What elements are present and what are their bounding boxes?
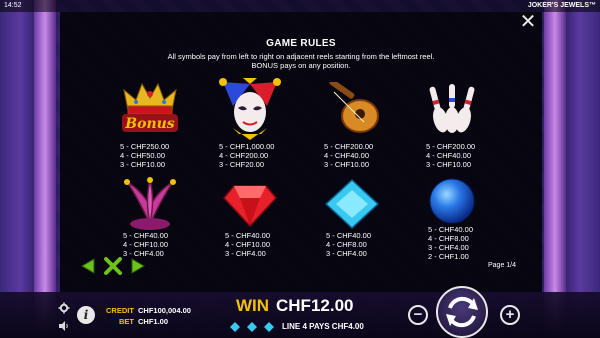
pay-line: 4 - CHF10.00 — [123, 240, 169, 249]
clock: 14:52 — [4, 2, 22, 9]
jester-hat-symbol — [100, 176, 200, 232]
blue-sphere-icon — [429, 178, 475, 224]
pay-line: 3 - CHF4.00 — [428, 243, 469, 252]
lute-icon — [329, 82, 379, 133]
pay-line: 3 - CHF20.00 — [219, 160, 265, 169]
pay-line: 3 - CHF10.00 — [426, 160, 472, 169]
pay-line: 4 - CHF40.00 — [324, 151, 370, 160]
jester-hat-paytable: 5 - CHF40.00 4 - CHF10.00 3 - CHF4.00 — [123, 231, 168, 258]
previous-page-button[interactable] — [80, 258, 96, 274]
pay-line: 3 - CHF4.00 — [225, 249, 266, 258]
gear-icon[interactable] — [58, 302, 70, 314]
increase-bet-button[interactable]: + — [500, 305, 520, 325]
bet-value: CHF1.00 — [138, 317, 169, 326]
bonus-word: Bonus — [124, 116, 175, 132]
pay-line: 4 - CHF50.00 — [120, 151, 166, 160]
pay-line: 5 - CHF200.00 — [426, 142, 476, 151]
bet-label: BET — [119, 317, 134, 326]
right-pillar-decoration — [544, 0, 566, 338]
rules-description: All symbols pay from left to right on ad… — [167, 52, 435, 61]
credit-value: CHF100,004.00 — [138, 306, 191, 315]
info-button[interactable]: i — [77, 306, 95, 324]
pay-line: 3 - CHF4.00 — [326, 249, 367, 258]
pay-line: 5 - CHF40.00 — [428, 225, 474, 234]
win-value: CHF12.00 — [276, 296, 354, 315]
blue-diamond-icon — [264, 322, 274, 332]
pay-line: 2 - CHF1.00 — [428, 252, 469, 261]
bonus-rule: BONUS pays on any position. — [251, 61, 351, 70]
pay-line: 3 - CHF10.00 — [120, 160, 166, 169]
blue-diamond-symbol — [302, 178, 402, 230]
pay-line: 3 - CHF4.00 — [123, 249, 164, 258]
status-bar: 14:52 JOKER'S JEWELS™ — [0, 0, 600, 12]
rules-title: GAME RULES — [266, 38, 336, 49]
pay-line: 4 - CHF40.00 — [426, 151, 472, 160]
speaker-icon[interactable] — [58, 320, 70, 332]
close-button[interactable]: ✕ — [518, 12, 538, 32]
lute-paytable: 5 - CHF200.00 4 - CHF40.00 3 - CHF10.00 — [324, 142, 373, 169]
left-pillar-decoration — [34, 0, 56, 338]
pay-line: 5 - CHF40.00 — [123, 231, 169, 240]
juggling-pins-icon — [429, 84, 475, 133]
juggling-pins-symbol — [402, 80, 502, 138]
pay-line: 5 - CHF1,000.00 — [219, 142, 275, 151]
pay-line: 5 - CHF200.00 — [324, 142, 374, 151]
joker-paytable: 5 - CHF1,000.00 4 - CHF200.00 3 - CHF20.… — [219, 142, 274, 169]
spin-arrows-icon — [446, 296, 478, 328]
pay-line: 3 - CHF10.00 — [324, 160, 370, 169]
bonus-paytable: 5 - CHF250.00 4 - CHF50.00 3 - CHF10.00 — [120, 142, 169, 169]
red-diamond-symbol — [200, 180, 300, 228]
line-win-message: LINE 4 PAYS CHF4.00 — [282, 322, 364, 331]
page-indicator: Page 1/4 — [488, 262, 517, 269]
joker-symbol — [200, 76, 300, 142]
lute-symbol — [302, 82, 402, 136]
blue-diamond-icon — [247, 322, 257, 332]
pay-line: 5 - CHF250.00 — [120, 142, 170, 151]
pay-line: 4 - CHF200.00 — [219, 151, 269, 160]
game-title: JOKER'S JEWELS™ — [527, 2, 596, 9]
red-diamond-paytable: 5 - CHF40.00 4 - CHF10.00 3 - CHF4.00 — [225, 231, 270, 258]
joker-icon — [219, 78, 281, 140]
blue-diamond-icon — [324, 178, 380, 230]
pay-line: 5 - CHF40.00 — [225, 231, 271, 240]
credit-label: CREDIT — [106, 306, 134, 315]
pay-line: 5 - CHF40.00 — [326, 231, 372, 240]
pay-line: 4 - CHF8.00 — [428, 234, 469, 243]
juggling-pins-paytable: 5 - CHF200.00 4 - CHF40.00 3 - CHF10.00 — [426, 142, 475, 169]
close-rules-x-button[interactable] — [103, 257, 123, 275]
bonus-crown-icon: Bonus — [122, 82, 178, 132]
pay-line: 4 - CHF10.00 — [225, 240, 271, 249]
blue-diamond-icon — [230, 322, 240, 332]
pay-line: 4 - CHF8.00 — [326, 240, 367, 249]
bonus-symbol: Bonus — [100, 80, 200, 138]
win-label: WIN — [236, 296, 270, 315]
red-diamond-icon — [223, 185, 277, 228]
next-page-button[interactable] — [130, 258, 146, 274]
blue-sphere-symbol — [402, 176, 502, 226]
decrease-bet-button[interactable]: − — [408, 305, 428, 325]
jester-hat-icon — [124, 177, 176, 230]
blue-sphere-paytable: 5 - CHF40.00 4 - CHF8.00 3 - CHF4.00 2 -… — [428, 225, 473, 261]
spin-button[interactable] — [436, 286, 488, 338]
blue-diamond-paytable: 5 - CHF40.00 4 - CHF8.00 3 - CHF4.00 — [326, 231, 371, 258]
